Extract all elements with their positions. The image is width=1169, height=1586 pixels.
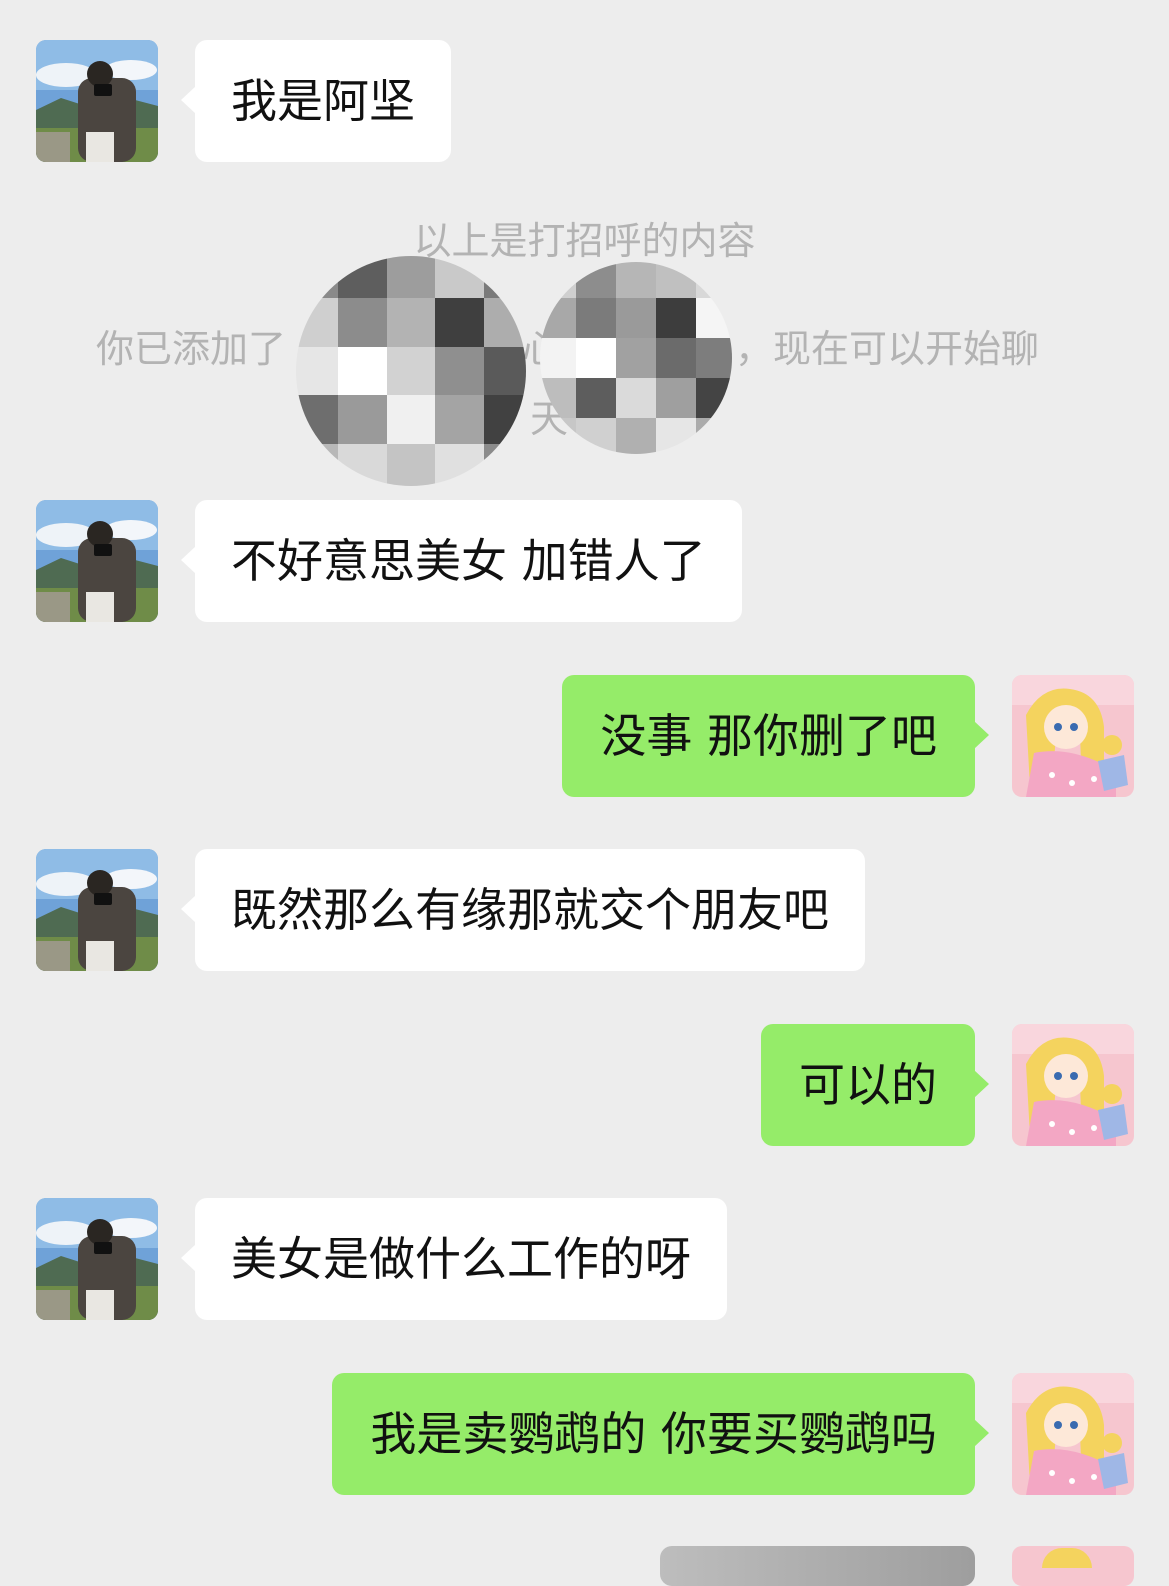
- contact-avatar[interactable]: [36, 849, 158, 971]
- system-note-right: ，现在可以开始聊: [735, 327, 1040, 371]
- my-avatar[interactable]: [1012, 675, 1134, 797]
- message-text: 既然那么有缘那就交个朋友吧: [231, 883, 829, 937]
- message-text: 美女是做什么工作的呀: [231, 1232, 691, 1286]
- contact-avatar[interactable]: [36, 1198, 158, 1320]
- message-bubble-incoming[interactable]: 不好意思美女 加错人了: [181, 500, 742, 622]
- privacy-mosaic-circle: [296, 256, 526, 486]
- message-bubble-incoming[interactable]: 既然那么有缘那就交个朋友吧: [181, 849, 865, 971]
- message-bubble-outgoing[interactable]: 我是卖鹦鹉的 你要买鹦鹉吗: [332, 1373, 989, 1495]
- anime-girl-avatar-icon: [1012, 1373, 1134, 1495]
- my-avatar[interactable]: [1012, 1546, 1134, 1586]
- my-avatar[interactable]: [1012, 1024, 1134, 1146]
- message-text: 不好意思美女 加错人了: [231, 534, 706, 588]
- anime-girl-avatar-icon: [1012, 675, 1134, 797]
- photographer-avatar-icon: [36, 849, 158, 971]
- message-text: 没事 那你删了吧: [600, 709, 937, 763]
- message-bubble-incoming[interactable]: 美女是做什么工作的呀: [181, 1198, 727, 1320]
- message-text: 我是卖鹦鹉的 你要买鹦鹉吗: [370, 1407, 937, 1461]
- message-bubble-outgoing[interactable]: 可以的: [761, 1024, 989, 1146]
- message-bubble-outgoing[interactable]: 没事 那你删了吧: [562, 675, 989, 797]
- photographer-avatar-icon: [36, 500, 158, 622]
- contact-avatar[interactable]: [36, 500, 158, 622]
- my-avatar[interactable]: [1012, 1373, 1134, 1495]
- anime-girl-avatar-icon: [1012, 1024, 1134, 1146]
- system-note-left: 你已添加了: [96, 327, 287, 371]
- anime-girl-avatar-icon: [1042, 1548, 1092, 1568]
- privacy-mosaic-circle: [540, 262, 732, 454]
- photographer-avatar-icon: [36, 1198, 158, 1320]
- message-bubble-outgoing-partial[interactable]: [660, 1546, 975, 1586]
- message-text: 可以的: [799, 1058, 937, 1112]
